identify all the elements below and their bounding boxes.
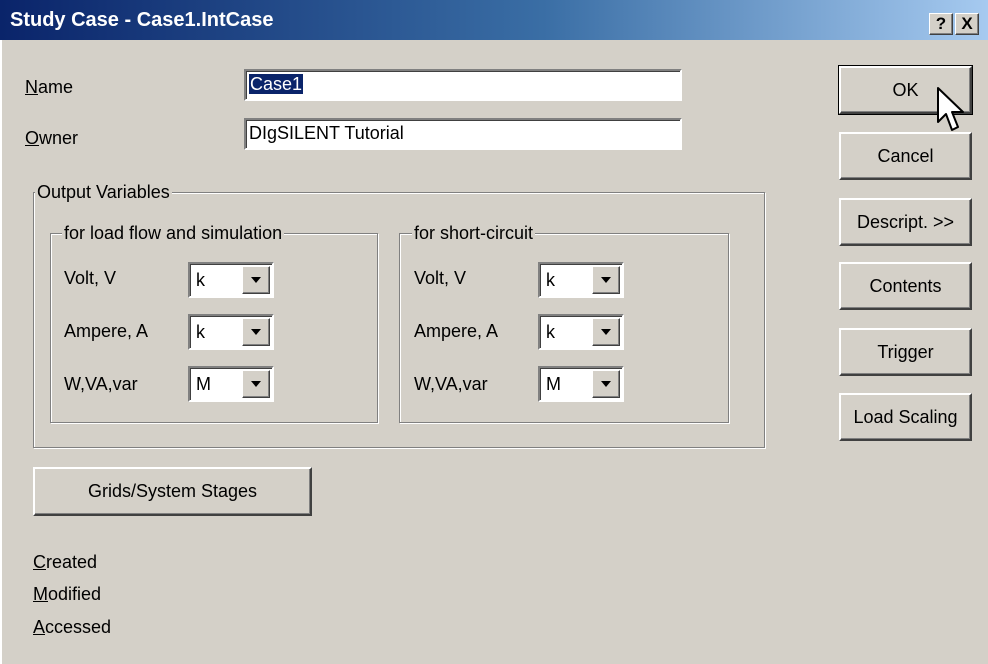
sc-ampere-select[interactable]: k	[538, 314, 624, 350]
chevron-down-icon[interactable]	[242, 318, 270, 346]
window-frame	[0, 40, 4, 664]
sc-volt-label: Volt, V	[414, 268, 467, 288]
load-scaling-button[interactable]: Load Scaling	[839, 393, 972, 441]
lf-ampere-label: Ampere, A	[64, 321, 149, 341]
lf-volt-value: k	[196, 270, 205, 290]
close-button[interactable]: X	[955, 13, 979, 35]
chevron-down-icon[interactable]	[592, 266, 620, 294]
chevron-down-icon[interactable]	[592, 370, 620, 398]
chevron-down-icon[interactable]	[242, 370, 270, 398]
lf-power-select[interactable]: M	[188, 366, 274, 402]
modified-label: Modified	[33, 584, 102, 604]
name-field[interactable]: Case1	[244, 69, 682, 101]
trigger-button[interactable]: Trigger	[839, 328, 972, 376]
sc-volt-value: k	[546, 270, 555, 290]
title-bar: Study Case - Case1.IntCase ? X	[0, 0, 988, 40]
load-flow-title: for load flow and simulation	[62, 222, 285, 244]
owner-label: Owner	[25, 128, 79, 148]
chevron-down-icon[interactable]	[242, 266, 270, 294]
grids-system-stages-button[interactable]: Grids/System Stages	[33, 467, 312, 516]
sc-ampere-value: k	[546, 322, 555, 342]
output-variables-title: Output Variables	[35, 181, 172, 203]
sc-power-select[interactable]: M	[538, 366, 624, 402]
created-label: Created	[33, 552, 98, 572]
name-label: Name	[25, 77, 74, 97]
sc-power-value: M	[546, 374, 561, 394]
chevron-down-icon[interactable]	[592, 318, 620, 346]
short-circuit-title: for short-circuit	[412, 222, 536, 244]
sc-ampere-label: Ampere, A	[414, 321, 499, 341]
help-button[interactable]: ?	[929, 13, 953, 35]
sc-power-label: W,VA,var	[414, 374, 488, 394]
owner-field[interactable]: DIgSILENT Tutorial	[244, 118, 682, 150]
lf-power-value: M	[196, 374, 211, 394]
accessed-label: Accessed	[33, 617, 112, 637]
owner-value: DIgSILENT Tutorial	[249, 123, 404, 143]
lf-volt-select[interactable]: k	[188, 262, 274, 298]
sc-volt-select[interactable]: k	[538, 262, 624, 298]
name-value: Case1	[249, 74, 304, 94]
lf-ampere-select[interactable]: k	[188, 314, 274, 350]
descript-button[interactable]: Descript. >>	[839, 198, 972, 246]
contents-button[interactable]: Contents	[839, 262, 972, 310]
mouse-pointer-icon	[937, 87, 964, 131]
lf-volt-label: Volt, V	[64, 268, 117, 288]
window-title: Study Case - Case1.IntCase	[10, 9, 274, 31]
lf-ampere-value: k	[196, 322, 205, 342]
lf-power-label: W,VA,var	[64, 374, 138, 394]
cancel-button[interactable]: Cancel	[839, 132, 972, 180]
